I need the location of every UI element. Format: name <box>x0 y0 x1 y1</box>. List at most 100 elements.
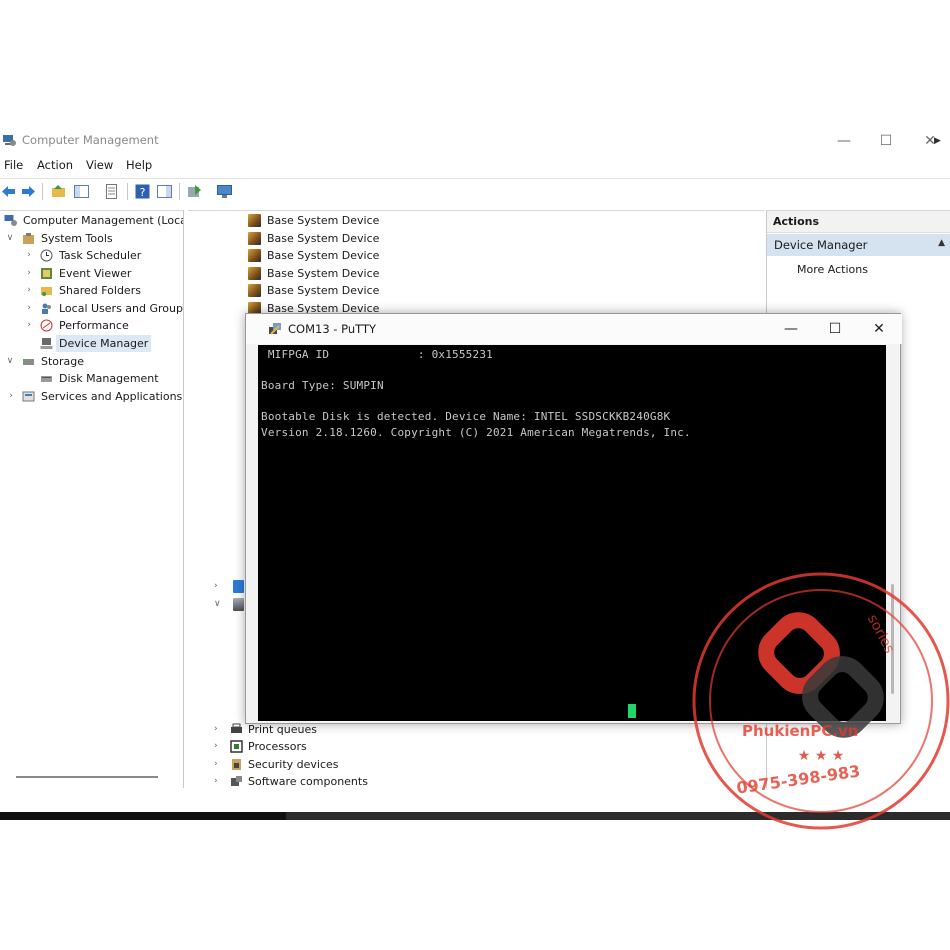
help-icon[interactable]: ? <box>134 183 151 200</box>
horizontal-scrollbar[interactable] <box>16 776 158 778</box>
status-bar <box>0 812 950 820</box>
chevron-right-icon[interactable]: › <box>6 388 16 405</box>
actions-section-label: Device Manager <box>774 238 868 252</box>
show-hide-action-pane-icon[interactable] <box>156 183 173 200</box>
menu-help[interactable]: Help <box>126 158 152 172</box>
clock-icon <box>40 249 53 262</box>
terminal-cursor <box>628 704 636 718</box>
back-arrow-icon[interactable] <box>0 183 17 200</box>
list-item-label: Base System Device <box>267 267 380 280</box>
submenu-arrow-icon[interactable]: ▶ <box>934 136 941 146</box>
title-bar: Computer Management — ☐ ✕ <box>0 126 950 156</box>
device-icon <box>248 284 261 297</box>
tools-icon <box>23 233 34 244</box>
users-icon <box>42 303 51 314</box>
chevron-right-icon[interactable]: › <box>24 265 34 282</box>
tree-item-label: Services and Applications <box>41 390 183 403</box>
tree-item-label: Task Scheduler <box>59 249 142 262</box>
software-component-icon <box>231 776 242 786</box>
menu-bar: File Action View Help <box>0 156 950 176</box>
toolbar-separator <box>42 183 43 200</box>
putty-window: COM13 - PuTTY — ☐ ✕ MIFPGA ID : 0x155523… <box>245 313 902 724</box>
chevron-right-icon[interactable]: › <box>24 300 34 317</box>
putty-minimize-button[interactable]: — <box>778 318 804 340</box>
list-item-label: Base System Device <box>267 249 380 262</box>
computer-management-icon <box>4 215 17 226</box>
list-item-label: Processors <box>248 740 307 753</box>
chevron-right-icon[interactable]: › <box>24 282 34 299</box>
terminal-output[interactable]: MIFPGA ID : 0x1555231 Board Type: SUMPIN… <box>258 345 886 721</box>
list-item-label: Base System Device <box>267 214 380 227</box>
menu-action[interactable]: Action <box>37 158 73 172</box>
actions-section-device-manager[interactable]: Device Manager ▲ <box>767 234 950 256</box>
minimize-button[interactable]: — <box>832 130 856 152</box>
services-icon <box>22 391 35 402</box>
putty-maximize-button[interactable]: ☐ <box>822 318 848 340</box>
chevron-right-icon[interactable]: › <box>214 721 218 738</box>
chevron-right-icon[interactable]: › <box>214 756 218 773</box>
toolbar-separator <box>127 183 128 200</box>
chevron-right-icon[interactable]: › <box>214 738 218 755</box>
disk-icon <box>41 376 52 382</box>
terminal-line: Version 2.18.1260. Copyright (C) 2021 Am… <box>261 426 691 439</box>
terminal-line: Board Type: SUMPIN <box>261 379 384 392</box>
list-item-label: Base System Device <box>267 284 380 297</box>
tree-item-label: System Tools <box>41 232 113 245</box>
window-title: Computer Management <box>22 133 159 147</box>
status-bar-strip <box>286 812 950 820</box>
list-item-label: Security devices <box>248 758 339 771</box>
device-icon <box>233 598 244 611</box>
list-item-label: Base System Device <box>267 232 380 245</box>
device-icon <box>248 232 261 245</box>
device-icon <box>248 214 261 227</box>
storage-icon <box>23 359 34 365</box>
actions-title: Actions <box>767 211 950 233</box>
chevron-right-icon[interactable]: › <box>24 247 34 264</box>
terminal-line: Bootable Disk is detected. Device Name: … <box>261 410 671 423</box>
more-actions-link[interactable]: More Actions <box>797 263 868 276</box>
watermark-brand: PhukienPC.vn <box>742 722 859 740</box>
forward-arrow-icon[interactable] <box>20 183 37 200</box>
putty-close-button[interactable]: ✕ <box>866 318 892 340</box>
putty-window-title: COM13 - PuTTY <box>288 322 376 336</box>
properties-icon[interactable] <box>103 183 120 200</box>
list-item-label: Software components <box>248 775 368 788</box>
toolbar-separator <box>179 183 180 200</box>
tree-item-label: Device Manager <box>56 335 152 352</box>
chevron-right-icon[interactable]: › <box>214 578 218 595</box>
tree-item-label: Event Viewer <box>59 267 132 280</box>
collapse-up-icon[interactable]: ▲ <box>938 238 945 248</box>
toolbar: ? <box>0 178 950 204</box>
processor-icon <box>230 740 243 753</box>
menu-file[interactable]: File <box>4 158 23 172</box>
maximize-button[interactable]: ☐ <box>874 130 898 152</box>
chevron-down-icon[interactable]: ∨ <box>214 596 221 613</box>
chevron-right-icon[interactable]: › <box>24 317 34 334</box>
tree-item-label: Local Users and Groups <box>59 302 184 315</box>
device-icon <box>248 249 261 262</box>
chevron-down-icon[interactable]: ∨ <box>5 230 15 247</box>
computer-management-icon <box>3 135 16 146</box>
performance-icon <box>40 319 53 332</box>
up-folder-icon[interactable] <box>50 183 67 200</box>
scan-hardware-icon[interactable] <box>216 183 233 200</box>
navigation-tree: Computer Management (Local ∨ System Tool… <box>0 210 184 788</box>
shared-folder-icon <box>41 287 52 296</box>
putty-title-bar: COM13 - PuTTY — ☐ ✕ <box>246 314 902 344</box>
terminal-line: MIFPGA ID : 0x1555231 <box>261 348 493 361</box>
menu-view[interactable]: View <box>86 158 113 172</box>
printer-icon <box>231 723 242 733</box>
tree-item-label: Computer Management (Local <box>23 214 184 227</box>
chevron-down-icon[interactable]: ∨ <box>5 353 15 370</box>
svg-text:?: ? <box>140 186 146 199</box>
tree-item-label: Performance <box>59 319 129 332</box>
tree-item-label: Disk Management <box>59 372 159 385</box>
tree-item-label: Shared Folders <box>59 284 141 297</box>
show-hide-tree-icon[interactable] <box>73 183 90 200</box>
update-driver-icon[interactable] <box>186 183 203 200</box>
device-icon <box>233 580 244 593</box>
chevron-right-icon[interactable]: › <box>214 773 218 788</box>
device-icon <box>248 267 261 280</box>
device-manager-icon <box>40 338 53 349</box>
security-icon <box>232 759 241 770</box>
